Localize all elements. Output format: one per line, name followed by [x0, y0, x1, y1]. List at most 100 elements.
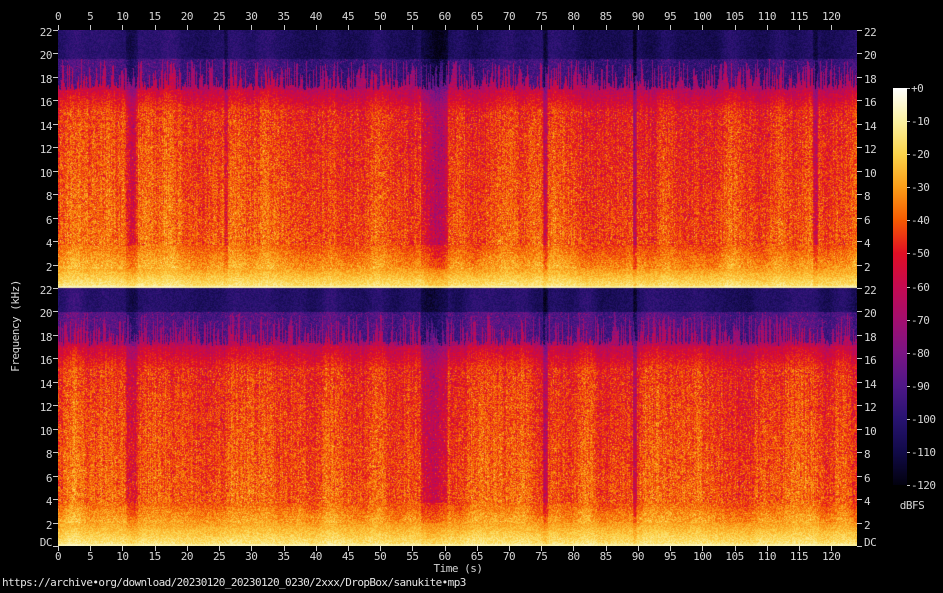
freq-dc-label-right: DC: [864, 537, 898, 549]
freq-tick-right: [857, 429, 862, 430]
time-tick-top: [412, 25, 413, 30]
freq-tick-right: [857, 147, 862, 148]
time-tick-label-bottom: 100: [693, 551, 711, 563]
freq-tick-label-left: 22: [2, 27, 52, 39]
freq-tick-left: [53, 124, 58, 125]
colorbar-tick-label: -120: [911, 480, 943, 492]
freq-tick-right: [857, 100, 862, 101]
time-tick-top: [90, 25, 91, 30]
time-tick-top: [670, 25, 671, 30]
freq-tick-right: [857, 77, 862, 78]
freq-tick-left: [53, 382, 58, 383]
frequency-axis-label: Frequency (kHz): [9, 226, 25, 426]
time-tick-top: [58, 25, 59, 30]
colorbar-tick-label: -110: [911, 447, 943, 459]
time-tick-label-bottom: 15: [149, 551, 161, 563]
time-tick-label-top: 110: [758, 11, 776, 23]
time-tick-label-bottom: 10: [116, 551, 128, 563]
time-tick-label-top: 115: [790, 11, 808, 23]
freq-tick-left: [53, 452, 58, 453]
time-tick-top: [284, 25, 285, 30]
freq-tick-right: [857, 288, 862, 289]
freq-tick-left: [53, 405, 58, 406]
colorbar-gradient: [893, 88, 907, 485]
time-tick-label-bottom: 105: [725, 551, 743, 563]
time-tick-top: [219, 25, 220, 30]
time-tick-label-top: 100: [693, 11, 711, 23]
time-tick-label-bottom: 30: [245, 551, 257, 563]
freq-tick-label-right: 2: [864, 520, 898, 532]
colorbar-tick-label: -90: [911, 381, 943, 393]
time-tick-label-top: 5: [87, 11, 93, 23]
freq-tick-right: [857, 265, 862, 266]
freq-tick-left: [53, 194, 58, 195]
time-tick-label-top: 60: [438, 11, 450, 23]
freq-dc-tick-left: [53, 546, 58, 547]
freq-tick-label-left: 12: [2, 144, 52, 156]
freq-dc-label-left: DC: [2, 537, 52, 549]
time-tick-label-top: 20: [181, 11, 193, 23]
colorbar-tick-label: -70: [911, 315, 943, 327]
freq-tick-label-left: 2: [2, 520, 52, 532]
time-tick-top: [541, 25, 542, 30]
freq-tick-label-right: 18: [864, 74, 898, 86]
freq-tick-left: [53, 429, 58, 430]
time-tick-top: [477, 25, 478, 30]
colorbar-tick: [907, 320, 910, 321]
freq-tick-left: [53, 358, 58, 359]
time-tick-label-top: 105: [725, 11, 743, 23]
freq-tick-right: [857, 30, 862, 31]
time-tick-label-bottom: 120: [822, 551, 840, 563]
freq-tick-label-left: 20: [2, 50, 52, 62]
time-tick-label-bottom: 35: [277, 551, 289, 563]
colorbar-tick: [907, 88, 910, 89]
freq-tick-left: [53, 335, 58, 336]
freq-tick-label-left: 6: [2, 473, 52, 485]
time-tick-top: [831, 25, 832, 30]
freq-tick-left: [53, 476, 58, 477]
freq-tick-left: [53, 171, 58, 172]
time-tick-top: [638, 25, 639, 30]
time-tick-label-bottom: 45: [342, 551, 354, 563]
time-tick-label-bottom: 90: [632, 551, 644, 563]
time-tick-top: [509, 25, 510, 30]
time-tick-top: [316, 25, 317, 30]
time-tick-label-top: 15: [149, 11, 161, 23]
colorbar-tick: [907, 154, 910, 155]
time-tick-label-bottom: 20: [181, 551, 193, 563]
freq-tick-label-left: 8: [2, 449, 52, 461]
time-tick-top: [606, 25, 607, 30]
colorbar-tick: [907, 220, 910, 221]
freq-tick-left: [53, 53, 58, 54]
time-tick-label-top: 90: [632, 11, 644, 23]
colorbar-tick: [907, 287, 910, 288]
time-tick-top: [573, 25, 574, 30]
freq-tick-right: [857, 452, 862, 453]
colorbar-tick-label: -40: [911, 215, 943, 227]
freq-tick-left: [53, 147, 58, 148]
freq-tick-left: [53, 311, 58, 312]
colorbar-tick: [907, 121, 910, 122]
time-tick-label-bottom: 50: [374, 551, 386, 563]
time-tick-label-bottom: 110: [758, 551, 776, 563]
time-tick-label-top: 70: [503, 11, 515, 23]
colorbar-tick-label: +0: [911, 83, 943, 95]
spectrogram-canvas: [58, 30, 857, 546]
freq-tick-right: [857, 405, 862, 406]
freq-dc-tick-right: [857, 546, 862, 547]
time-tick-label-top: 50: [374, 11, 386, 23]
time-tick-label-bottom: 85: [600, 551, 612, 563]
time-tick-top: [767, 25, 768, 30]
freq-tick-right: [857, 53, 862, 54]
freq-tick-right: [857, 218, 862, 219]
freq-tick-label-left: 14: [2, 121, 52, 133]
freq-tick-right: [857, 171, 862, 172]
time-tick-top: [445, 25, 446, 30]
time-tick-label-top: 45: [342, 11, 354, 23]
colorbar-tick: [907, 353, 910, 354]
freq-tick-label-left: 6: [2, 215, 52, 227]
freq-tick-right: [857, 194, 862, 195]
time-tick-label-top: 95: [664, 11, 676, 23]
time-tick-top: [799, 25, 800, 30]
freq-tick-right: [857, 124, 862, 125]
